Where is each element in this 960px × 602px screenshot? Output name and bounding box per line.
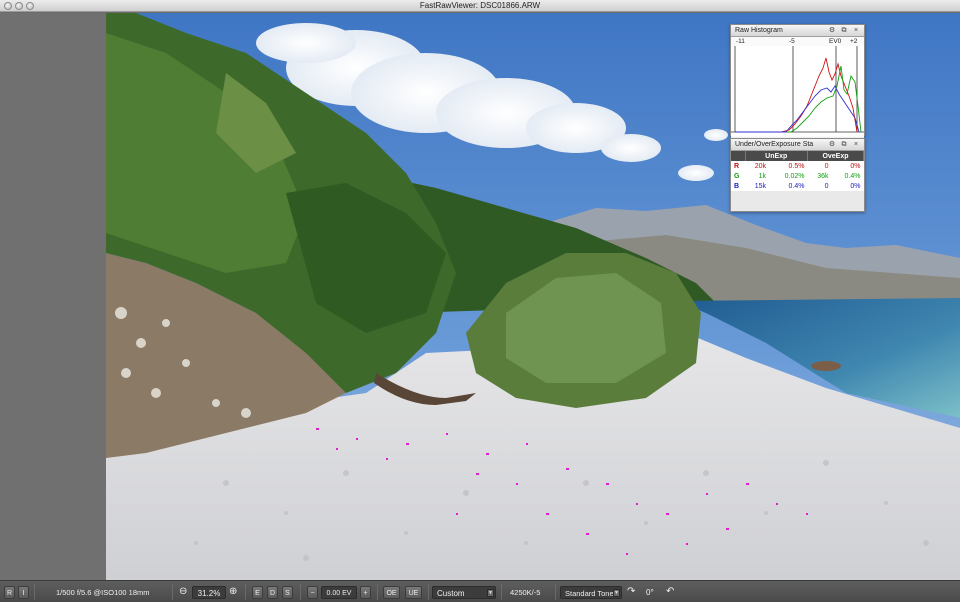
white-balance-value: Custom — [437, 589, 465, 598]
table-row-g: G 1k 0.02% 36k 0.4% — [731, 171, 864, 181]
raw-mode-button[interactable]: R — [4, 586, 15, 599]
gear-icon[interactable]: ⚙ — [828, 141, 836, 149]
channel-label: R — [731, 161, 745, 171]
histogram-ev-scale: -11 -5 EV0 +2 — [731, 37, 864, 46]
separator — [172, 584, 173, 600]
ev-label-0: EV0 — [829, 38, 842, 45]
zoom-in-icon[interactable]: ⊕ — [229, 586, 237, 599]
col-header-overexposure: OveExp — [807, 151, 864, 161]
under-count: 20k — [745, 161, 770, 171]
separator — [34, 584, 35, 600]
histogram-graph — [731, 46, 864, 135]
rotate-clockwise-icon[interactable]: ↷ — [627, 586, 635, 599]
over-count: 0 — [807, 181, 832, 191]
display-button[interactable]: D — [267, 586, 278, 599]
under-percent: 0.5% — [769, 161, 808, 171]
histogram-panel-header[interactable]: Raw Histogram ⚙ ⧉ × — [731, 25, 864, 37]
table-row-r: R 20k 0.5% 0 0% — [731, 161, 864, 171]
detach-icon[interactable]: ⧉ — [840, 27, 848, 35]
ev-label-minus11: -11 — [736, 38, 745, 45]
left-gutter — [0, 13, 106, 580]
separator — [300, 584, 301, 600]
histogram-plot — [731, 46, 864, 140]
channel-label: B — [731, 181, 745, 191]
underexposure-toggle[interactable]: UE — [405, 586, 422, 599]
overexposure-toggle[interactable]: OE — [383, 586, 400, 599]
under-count: 1k — [745, 171, 770, 181]
col-header-underexposure: UnExp — [745, 151, 808, 161]
col-header-channel — [731, 151, 746, 161]
separator — [555, 584, 556, 600]
under-percent: 0.4% — [769, 181, 808, 191]
info-button[interactable]: I — [18, 586, 29, 599]
shadows-button[interactable]: S — [282, 586, 293, 599]
chevron-down-icon: ▼ — [487, 589, 494, 597]
histogram-panel-title: Raw Histogram — [735, 27, 783, 34]
over-percent: 0.4% — [831, 171, 864, 181]
table-row-b: B 15k 0.4% 0 0% — [731, 181, 864, 191]
rotation-value: 0° — [646, 588, 654, 597]
window-title: FastRawViewer: DSC01866.ARW — [419, 1, 541, 10]
channel-label: G — [731, 171, 745, 181]
ev-increase-button[interactable]: + — [360, 586, 371, 599]
over-percent: 0% — [831, 181, 864, 191]
separator — [377, 584, 378, 600]
white-balance-dropdown[interactable]: Custom ▼ — [432, 586, 496, 599]
table-header-row: UnExp OveExp — [731, 151, 864, 161]
chevron-down-icon: ▼ — [613, 589, 620, 597]
zoom-level-field[interactable]: 31.2% — [192, 586, 226, 599]
gear-icon[interactable]: ⚙ — [828, 27, 836, 35]
separator — [245, 584, 246, 600]
bottom-toolbar: R I 1/500 f/5.6 @ISO100 18mm ⊖ 31.2% ⊕ E… — [0, 580, 960, 602]
close-icon[interactable]: × — [852, 27, 860, 35]
exposure-stats-table: UnExp OveExp R 20k 0.5% 0 0% G 1k 0.02% … — [731, 151, 864, 191]
exposure-stats-panel[interactable]: Under/OverExposure Sta ⚙ ⧉ × UnExp OveEx… — [730, 138, 865, 212]
under-count: 15k — [745, 181, 770, 191]
over-count: 0 — [807, 161, 832, 171]
close-icon[interactable]: × — [852, 141, 860, 149]
white-balance-temp[interactable]: 4250K/-5 — [510, 586, 540, 599]
tone-curve-value: Standard Tone — [565, 589, 614, 598]
separator — [501, 584, 502, 600]
exposure-panel-title: Under/OverExposure Sta — [735, 141, 814, 148]
ev-decrease-button[interactable]: − — [307, 586, 318, 599]
zoom-out-icon[interactable]: ⊖ — [179, 586, 187, 599]
window-titlebar: FastRawViewer: DSC01866.ARW — [0, 0, 960, 12]
ev-label-plus2: +2 — [850, 38, 858, 45]
under-percent: 0.02% — [769, 171, 808, 181]
exposure-info: 1/500 f/5.6 @ISO100 18mm — [56, 588, 150, 597]
ev-label-minus5: -5 — [789, 38, 795, 45]
raw-histogram-panel[interactable]: Raw Histogram ⚙ ⧉ × -11 -5 EV0 +2 — [730, 24, 865, 140]
exposure-compensation-field[interactable]: 0.00 EV — [321, 586, 357, 599]
exposure-panel-header[interactable]: Under/OverExposure Sta ⚙ ⧉ × — [731, 139, 864, 151]
undo-icon[interactable]: ↶ — [666, 586, 674, 599]
separator — [428, 584, 429, 600]
over-count: 36k — [807, 171, 832, 181]
tone-curve-dropdown[interactable]: Standard Tone ▼ — [560, 586, 622, 599]
over-percent: 0% — [831, 161, 864, 171]
edit-button[interactable]: E — [252, 586, 263, 599]
detach-icon[interactable]: ⧉ — [840, 141, 848, 149]
